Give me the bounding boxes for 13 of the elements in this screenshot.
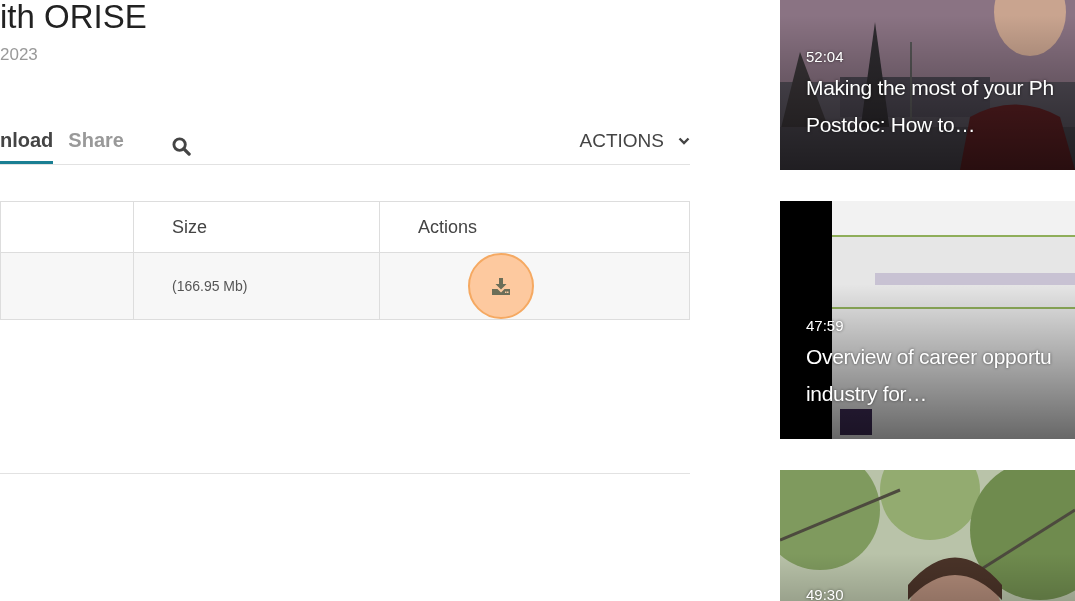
date-text: 2023 bbox=[0, 45, 39, 65]
size-cell: (166.95 Mb) bbox=[133, 252, 380, 320]
actions-dropdown[interactable]: ACTIONS bbox=[579, 130, 690, 152]
video-title[interactable]: Making the most of your Ph Postdoc: How to… bbox=[806, 69, 1075, 143]
download-icon bbox=[492, 277, 510, 295]
video-duration: 49:30 bbox=[806, 586, 844, 601]
video-duration: 52:04 bbox=[806, 48, 844, 65]
search-icon[interactable] bbox=[171, 136, 191, 156]
tab[interactable]: nload bbox=[0, 116, 54, 164]
page-title: ith ORISE bbox=[0, 0, 148, 34]
chevron-icon bbox=[678, 135, 690, 147]
column-header: Actions bbox=[379, 201, 690, 253]
column-header: Size bbox=[133, 201, 380, 253]
